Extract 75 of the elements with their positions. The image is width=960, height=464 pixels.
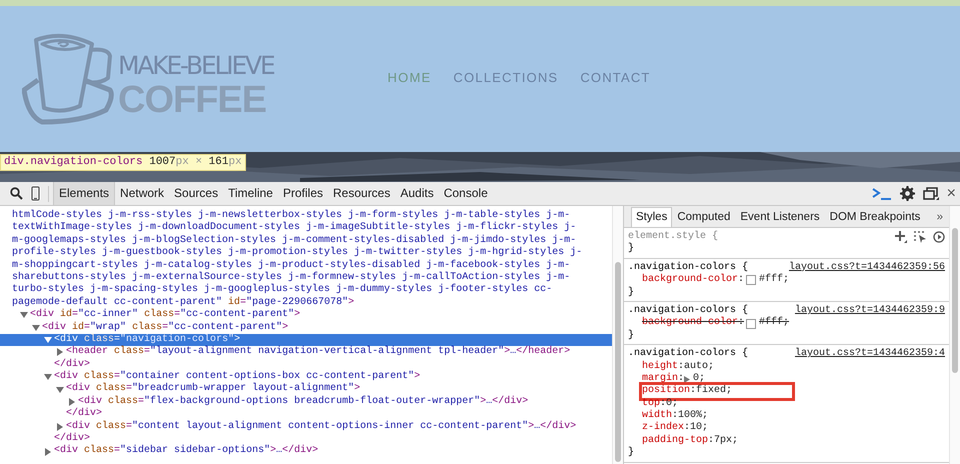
source-link[interactable]: layout.css?t=1434462359:4 bbox=[794, 348, 945, 361]
color-swatch[interactable] bbox=[746, 275, 756, 286]
devtools-tab[interactable]: Timeline bbox=[223, 182, 278, 205]
devtools-tab[interactable]: Elements bbox=[53, 182, 116, 205]
css-selector: .navigation-colors { bbox=[628, 304, 748, 316]
devtools-tab[interactable]: Audits bbox=[395, 182, 439, 205]
code-line: <div class="sidebar sidebar-options">…</div> bbox=[54, 445, 318, 458]
code-line: pagemode-default cc-content-parent" id="page-2290667078"> bbox=[12, 296, 354, 308]
sidebar-tab[interactable]: Event Listeners bbox=[735, 207, 825, 227]
css-selector: .navigation-colors { bbox=[628, 262, 748, 274]
code-line: turbo-styles j-m-spacing-styles j-m-googleplus-styles j-m-dummy-styles j-footer-styles cc- bbox=[12, 284, 552, 296]
closing-brace: } bbox=[628, 447, 634, 460]
code-line: <div class="flex-background-options breadcrumb-float-outer-wrapper">…</div> bbox=[78, 396, 528, 408]
highlighted-css-property: position:fixed; bbox=[642, 385, 792, 398]
dom-node-row[interactable]: <div class="navigation-colors"> bbox=[0, 334, 612, 346]
element-state-icon[interactable] bbox=[913, 231, 927, 244]
color-swatch[interactable] bbox=[746, 318, 756, 329]
css-property: height:auto; bbox=[642, 360, 714, 372]
css-property: padding-top:7px; bbox=[642, 434, 738, 448]
css-property: width:100%; bbox=[642, 410, 708, 422]
code-line: <header class="layout-alignment navigation-vertical-alignment tpl-header">…</header> bbox=[66, 346, 570, 358]
dom-node-row[interactable]: <div class="content layout-alignment content-options-inner cc-content-parent">…</div> bbox=[0, 420, 612, 434]
add-rule-icon[interactable] bbox=[895, 231, 907, 244]
closing-brace: } bbox=[628, 330, 634, 342]
code-line: <div class="breadcrumb-wrapper layout-alignment"> bbox=[66, 383, 360, 396]
css-selector: .navigation-colors { bbox=[628, 348, 748, 360]
dom-node-row[interactable]: <div class="breadcrumb-wrapper layout-alignment"> bbox=[0, 383, 612, 396]
css-property: z-index:10; bbox=[642, 422, 708, 434]
code-line: textWithImage-styles j-m-downloadDocument-styles j-m-imageSubtitle-styles j-m-flickr-styles j- bbox=[12, 222, 576, 234]
logo-text: MAKE-BELIEVE bbox=[118, 50, 274, 82]
devtools-tab[interactable]: Console bbox=[438, 182, 493, 205]
css-property: background-color: #fff; bbox=[642, 317, 790, 330]
expand-triangle-icon[interactable] bbox=[684, 376, 692, 383]
more-tabs-chevron[interactable]: » bbox=[936, 208, 949, 227]
devtools-tab[interactable]: Sources bbox=[169, 182, 224, 205]
dom-node-row[interactable]: <div class="container content-options-box cc-content-parent"> bbox=[0, 371, 612, 384]
collapsed-triangle-icon[interactable] bbox=[56, 422, 64, 431]
code-line: <div id="cc-inner" class="cc-content-parent"> bbox=[30, 309, 300, 322]
animation-play-icon[interactable] bbox=[933, 231, 945, 244]
code-line: sharebuttons-styles j-m-externalSource-styles j-m-formnew-styles j-m-callToAction-styles j-m- bbox=[12, 272, 570, 284]
css-property: top:0; bbox=[642, 398, 678, 410]
sidebar-tab[interactable]: Styles bbox=[631, 207, 672, 227]
css-selector: element.style { bbox=[628, 231, 718, 242]
code-line: htmlCode-styles j-m-rss-styles j-m-newsletterbox-styles j-m-form-styles j-m-table-styles j-m- bbox=[12, 210, 570, 222]
collapsed-triangle-icon[interactable] bbox=[44, 448, 52, 456]
dom-node-row[interactable]: <div class="flex-background-options breadcrumb-float-outer-wrapper">…</div> bbox=[0, 396, 612, 408]
close-button[interactable]: × bbox=[942, 182, 960, 205]
css-property: margin: 0; bbox=[642, 372, 706, 385]
dom-node-row[interactable]: <div id="wrap" class="cc-content-parent"> bbox=[0, 322, 612, 334]
dom-node-row[interactable]: <div id="cc-inner" class="cc-content-parent"> bbox=[0, 309, 612, 322]
sidebar-tab[interactable]: DOM Breakpoints bbox=[824, 207, 926, 227]
code-line: <div id="wrap" class="cc-content-parent"> bbox=[42, 322, 288, 334]
closing-brace: } bbox=[628, 243, 634, 256]
closing-brace: } bbox=[628, 286, 634, 299]
source-link[interactable]: layout.css?t=1434462359:9 bbox=[794, 304, 945, 318]
devtools-tab[interactable]: Network bbox=[115, 182, 170, 205]
collapsed-triangle-icon[interactable] bbox=[68, 398, 76, 406]
closing-tag: </div> bbox=[54, 433, 90, 446]
dom-node-row[interactable]: <div class="sidebar sidebar-options">…</div> bbox=[0, 445, 612, 458]
closing-tag: </div> bbox=[54, 358, 90, 372]
devtools-tab[interactable]: Profiles bbox=[278, 182, 328, 205]
code-line: <div class="content layout-alignment content-options-inner cc-content-parent">…</div> bbox=[66, 420, 576, 432]
closing-tag: </div> bbox=[66, 408, 102, 421]
sidebar-tab[interactable]: Computed bbox=[672, 207, 736, 227]
dom-node-row[interactable]: <header class="layout-alignment navigation-vertical-alignment tpl-header">…</header> bbox=[0, 346, 612, 359]
code-line: <div class="container content-options-box cc-content-parent"> bbox=[54, 371, 420, 382]
collapsed-triangle-icon[interactable] bbox=[56, 348, 64, 356]
devtools-tab[interactable]: Resources bbox=[328, 182, 396, 205]
code-line: m-googlemaps-styles j-m-blogSelection-styles j-m-comment-styles-disabled j-m-jimdo-styles j-m- bbox=[12, 234, 576, 246]
source-link[interactable]: layout.css?t=1434462359:56 bbox=[788, 262, 945, 274]
code-line: m-shoppingcart-styles j-m-catalog-styles j-m-product-styles-disabled j-m-facebook-styles j-m- bbox=[12, 260, 570, 272]
css-property: background-color: #fff; bbox=[642, 274, 790, 287]
code-line: profile-styles j-m-guestbook-styles j-m-promotion-styles j-m-twitter-styles j-m-hgrid-styles j- bbox=[12, 247, 582, 260]
inspect-tooltip: div.navigation-colors 1007px × 161px bbox=[0, 154, 246, 171]
code-line: <div class="navigation-colors"> bbox=[54, 334, 240, 346]
